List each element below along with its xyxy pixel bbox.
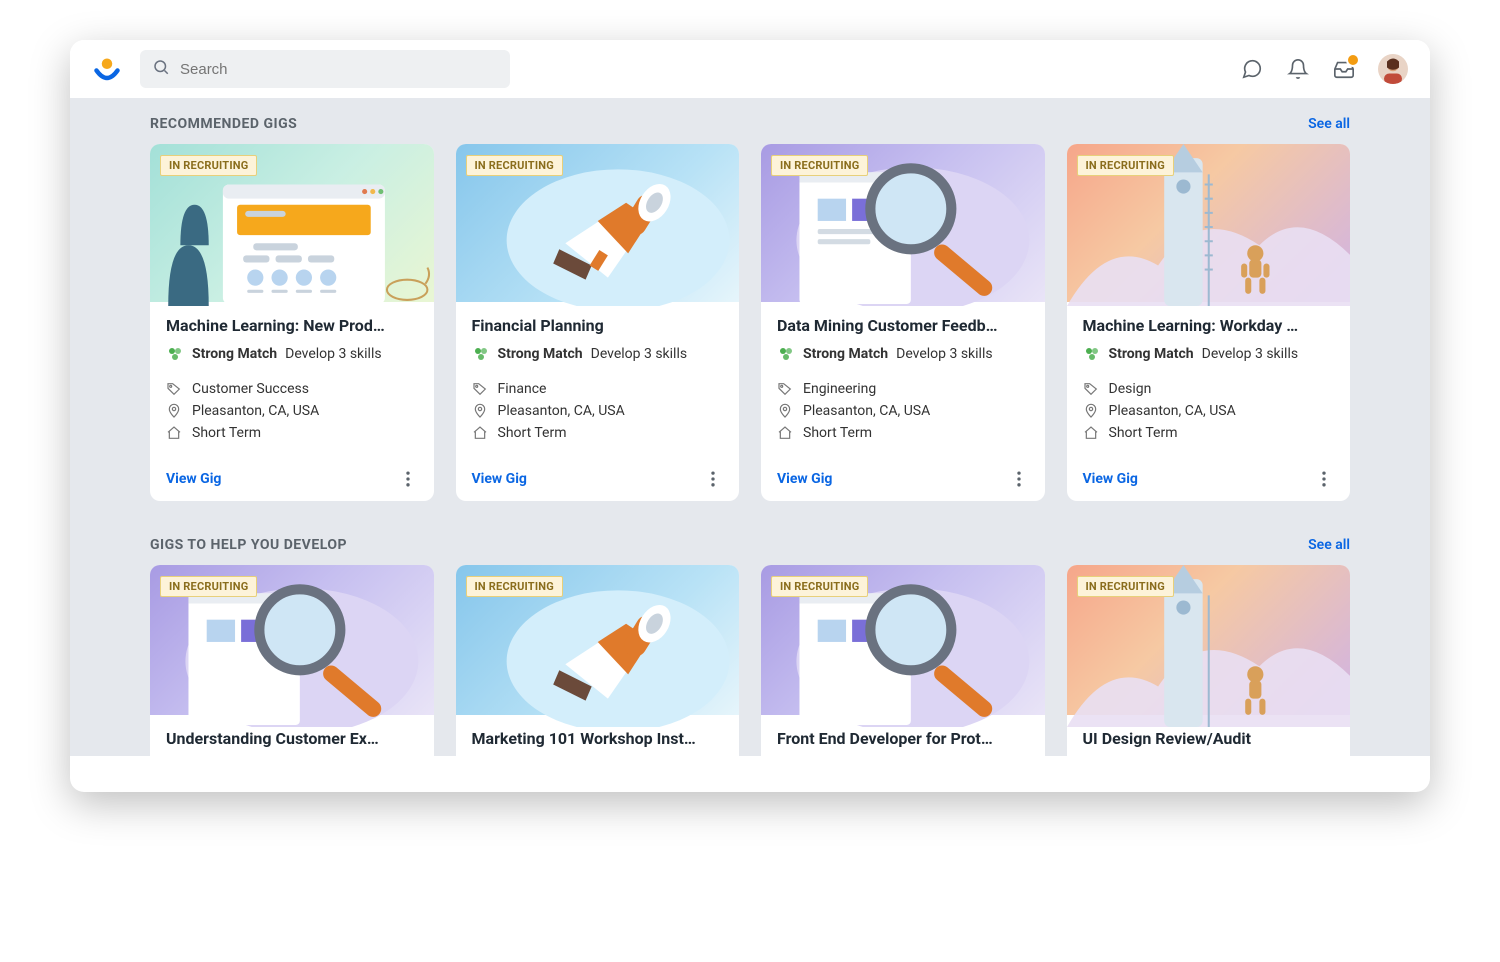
- view-gig-link[interactable]: View Gig: [166, 471, 221, 487]
- card-hero: IN RECRUITING: [456, 144, 740, 302]
- match-icon: [1083, 345, 1101, 363]
- match-label: Strong Match: [803, 346, 888, 362]
- match-line: Strong Match Develop 3 skills: [472, 345, 724, 363]
- term-row: Short Term: [777, 425, 1029, 441]
- match-line: Strong Match Develop 3 skills: [166, 345, 418, 363]
- notification-dot: [1346, 53, 1360, 67]
- gig-title: Machine Learning: New Prod…: [166, 316, 418, 335]
- topbar: [70, 40, 1430, 98]
- chat-icon[interactable]: [1240, 57, 1264, 81]
- view-gig-link[interactable]: View Gig: [472, 471, 527, 487]
- content: RECOMMENDED GIGS See all: [70, 98, 1430, 756]
- location-row: Pleasanton, CA, USA: [777, 403, 1029, 419]
- see-all-link[interactable]: See all: [1308, 116, 1350, 132]
- gig-title: Machine Learning: Workday …: [1083, 316, 1335, 335]
- home-icon: [472, 425, 488, 441]
- gig-card[interactable]: IN RECRUITING Data Mining Customer Feedb…: [761, 144, 1045, 501]
- match-line: Strong Match Develop 3 skills: [1083, 345, 1335, 363]
- status-badge: IN RECRUITING: [466, 576, 563, 597]
- view-gig-link[interactable]: View Gig: [1083, 471, 1138, 487]
- section-header-develop: GIGS TO HELP YOU DEVELOP See all: [150, 537, 1350, 553]
- tag-icon: [166, 381, 182, 397]
- section-title: GIGS TO HELP YOU DEVELOP: [150, 537, 347, 553]
- status-badge: IN RECRUITING: [160, 576, 257, 597]
- topbar-actions: [1240, 54, 1408, 84]
- gig-card[interactable]: IN RECRUITING Machine Learning: Workday …: [1067, 144, 1351, 501]
- develop-label: Develop 3 skills: [285, 346, 381, 362]
- view-gig-link[interactable]: View Gig: [777, 471, 832, 487]
- gig-title: Marketing 101 Workshop Inst…: [472, 729, 724, 754]
- section-title: RECOMMENDED GIGS: [150, 116, 297, 132]
- location-icon: [777, 403, 793, 419]
- gig-title: Front End Developer for Prot…: [777, 729, 1029, 754]
- status-badge: IN RECRUITING: [1077, 155, 1174, 176]
- match-icon: [472, 345, 490, 363]
- term-row: Short Term: [166, 425, 418, 441]
- status-badge: IN RECRUITING: [466, 155, 563, 176]
- gig-card[interactable]: IN RECRUITING Machine Learning: New Prod…: [150, 144, 434, 501]
- status-badge: IN RECRUITING: [771, 155, 868, 176]
- gig-title: UI Design Review/Audit: [1083, 729, 1335, 754]
- develop-label: Develop 3 skills: [896, 346, 992, 362]
- search-icon: [152, 58, 170, 80]
- home-icon: [777, 425, 793, 441]
- gig-title: Financial Planning: [472, 316, 724, 335]
- cards-recommended: IN RECRUITING Machine Learning: New Prod…: [150, 144, 1350, 501]
- gig-card[interactable]: IN RECRUITING Marketing 101 Workshop Ins…: [456, 565, 740, 756]
- kebab-menu-icon[interactable]: [1314, 469, 1334, 489]
- kebab-menu-icon[interactable]: [703, 469, 723, 489]
- kebab-menu-icon[interactable]: [398, 469, 418, 489]
- develop-label: Develop 3 skills: [1202, 346, 1298, 362]
- home-icon: [166, 425, 182, 441]
- user-avatar[interactable]: [1378, 54, 1408, 84]
- category-row: Design: [1083, 381, 1335, 397]
- home-icon: [1083, 425, 1099, 441]
- card-hero: IN RECRUITING: [150, 144, 434, 302]
- tag-icon: [777, 381, 793, 397]
- card-hero: IN RECRUITING: [761, 144, 1045, 302]
- location-row: Pleasanton, CA, USA: [472, 403, 724, 419]
- status-badge: IN RECRUITING: [771, 576, 868, 597]
- location-icon: [1083, 403, 1099, 419]
- search-input[interactable]: [180, 61, 498, 78]
- inbox-icon[interactable]: [1332, 57, 1356, 81]
- gig-title: Data Mining Customer Feedb…: [777, 316, 1029, 335]
- gig-card[interactable]: IN RECRUITING Front End Developer for Pr…: [761, 565, 1045, 756]
- tag-icon: [1083, 381, 1099, 397]
- match-icon: [777, 345, 795, 363]
- location-row: Pleasanton, CA, USA: [1083, 403, 1335, 419]
- location-row: Pleasanton, CA, USA: [166, 403, 418, 419]
- section-header-recommended: RECOMMENDED GIGS See all: [150, 116, 1350, 132]
- gig-card[interactable]: IN RECRUITING Financial Planning Strong …: [456, 144, 740, 501]
- match-label: Strong Match: [1109, 346, 1194, 362]
- gig-title: Understanding Customer Ex…: [166, 729, 418, 754]
- gig-card[interactable]: IN RECRUITING UI Design Review/Audit: [1067, 565, 1351, 756]
- match-label: Strong Match: [192, 346, 277, 362]
- match-line: Strong Match Develop 3 skills: [777, 345, 1029, 363]
- workday-logo[interactable]: [92, 54, 122, 84]
- match-icon: [166, 345, 184, 363]
- cards-develop: IN RECRUITING Understanding Customer Ex…: [150, 565, 1350, 756]
- bell-icon[interactable]: [1286, 57, 1310, 81]
- search-field[interactable]: [140, 50, 510, 88]
- term-row: Short Term: [472, 425, 724, 441]
- app-frame: RECOMMENDED GIGS See all: [70, 40, 1430, 792]
- status-badge: IN RECRUITING: [160, 155, 257, 176]
- term-row: Short Term: [1083, 425, 1335, 441]
- category-row: Finance: [472, 381, 724, 397]
- match-label: Strong Match: [498, 346, 583, 362]
- location-icon: [166, 403, 182, 419]
- develop-label: Develop 3 skills: [591, 346, 687, 362]
- category-row: Customer Success: [166, 381, 418, 397]
- status-badge: IN RECRUITING: [1077, 576, 1174, 597]
- see-all-link[interactable]: See all: [1308, 537, 1350, 553]
- card-hero: IN RECRUITING: [1067, 144, 1351, 302]
- kebab-menu-icon[interactable]: [1009, 469, 1029, 489]
- location-icon: [472, 403, 488, 419]
- gig-card[interactable]: IN RECRUITING Understanding Customer Ex…: [150, 565, 434, 756]
- tag-icon: [472, 381, 488, 397]
- category-row: Engineering: [777, 381, 1029, 397]
